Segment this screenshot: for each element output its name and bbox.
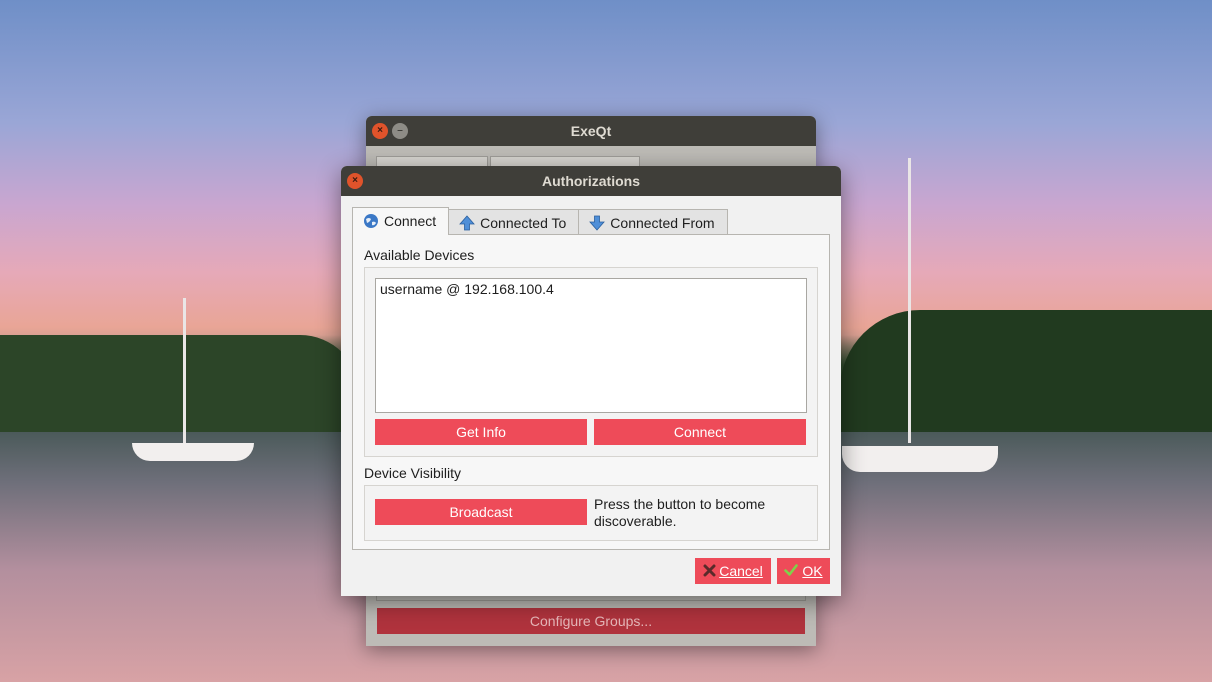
wallpaper-right-hill xyxy=(840,310,1212,430)
device-visibility-group: Broadcast Press the button to become dis… xyxy=(364,485,818,541)
authorizations-dialog: × Authorizations Connect Connected To Co… xyxy=(341,166,841,596)
dialog-close-icon[interactable]: × xyxy=(347,173,363,189)
available-devices-group: username @ 192.168.100.4 Get Info Connec… xyxy=(364,267,818,457)
available-devices-heading: Available Devices xyxy=(364,247,475,263)
exeqt-close-icon[interactable]: × xyxy=(372,123,388,139)
dialog-tabs: Connect Connected To Connected From xyxy=(352,207,728,235)
exeqt-minimize-icon[interactable]: – xyxy=(392,123,408,139)
globe-icon xyxy=(363,211,379,228)
wallpaper-sailboat-hull xyxy=(132,443,254,461)
connect-button[interactable]: Connect xyxy=(594,419,806,445)
exeqt-window-title: ExeQt xyxy=(570,123,612,139)
get-info-button[interactable]: Get Info xyxy=(375,419,587,445)
cancel-button[interactable]: Cancel xyxy=(695,558,771,584)
tab-connected-from[interactable]: Connected From xyxy=(578,209,728,235)
tab-connected-to[interactable]: Connected To xyxy=(448,209,580,235)
tab-connect-label: Connect xyxy=(384,213,437,229)
configure-groups-button[interactable]: Configure Groups... xyxy=(377,608,805,634)
tab-connect[interactable]: Connect xyxy=(352,207,450,235)
wallpaper-left-hill xyxy=(0,335,360,435)
exeqt-titlebar: × – ExeQt xyxy=(366,116,816,146)
broadcast-hint: Press the button to become discoverable. xyxy=(594,496,766,529)
connect-tab-panel: Available Devices username @ 192.168.100… xyxy=(352,234,830,550)
wallpaper-sailboat-mast xyxy=(908,158,911,443)
device-list-item[interactable]: username @ 192.168.100.4 xyxy=(376,279,806,299)
ok-button[interactable]: OK xyxy=(777,558,830,584)
tab-connected-from-label: Connected From xyxy=(610,215,715,231)
cancel-label: Cancel xyxy=(719,563,763,579)
device-visibility-heading: Device Visibility xyxy=(364,465,461,481)
wallpaper-sailboat-hull xyxy=(842,446,998,472)
broadcast-button[interactable]: Broadcast xyxy=(375,499,587,525)
dialog-titlebar: × Authorizations xyxy=(341,166,841,196)
arrow-down-icon xyxy=(589,213,606,231)
wallpaper-sailboat-mast xyxy=(183,298,186,443)
tab-connected-to-label: Connected To xyxy=(480,215,567,231)
cancel-x-icon xyxy=(703,559,716,577)
dialog-title: Authorizations xyxy=(542,173,640,189)
arrow-up-icon xyxy=(459,213,476,231)
device-list[interactable]: username @ 192.168.100.4 xyxy=(375,278,807,413)
exeqt-tabstrip xyxy=(376,156,666,178)
ok-label: OK xyxy=(802,563,823,579)
checkmark-icon xyxy=(784,559,799,576)
